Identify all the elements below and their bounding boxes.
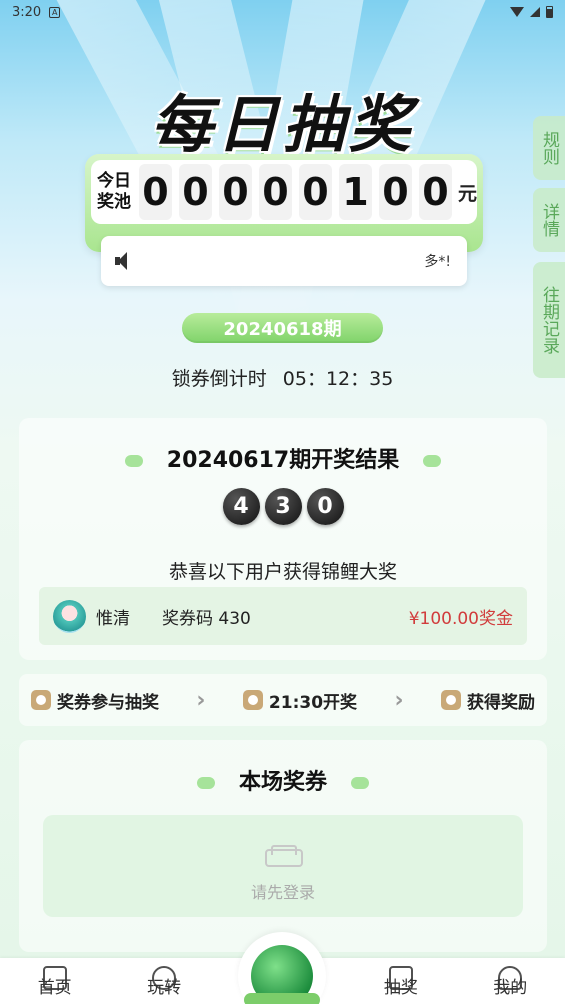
tickets-title-text: 本场奖券 <box>238 770 327 795</box>
decor-dot <box>423 455 442 467</box>
congrats-text: 恭喜以下用户获得锦鲤大奖 <box>168 561 397 583</box>
chevron-right-icon: › <box>196 687 206 713</box>
countdown: 锁券倒计时 05：12：35 <box>0 364 565 391</box>
result-ball: 4 <box>222 488 260 525</box>
nav-mine[interactable]: 我的 <box>475 966 545 998</box>
pool-digit: 0 <box>418 164 452 220</box>
pool-digits: 0 0 0 0 0 1 0 0 <box>138 164 452 220</box>
pool-digit: 0 <box>138 164 172 220</box>
notification-icon: A <box>49 6 61 18</box>
status-time: 3:20 <box>12 4 42 20</box>
tickets-title: 本场奖券 <box>19 764 547 796</box>
empty-tray-icon <box>265 837 303 867</box>
nav-label: 抽奖 <box>383 978 418 998</box>
decor-dot <box>124 455 143 467</box>
countdown-time: 05：12：35 <box>282 368 394 390</box>
step-item: 获得奖励 <box>440 688 535 713</box>
notice-text: 多*! <box>424 254 451 270</box>
tickets-card: 本场奖券 请先登录 <box>19 740 547 952</box>
login-prompt-text: 请先登录 <box>250 883 315 902</box>
nav-home[interactable]: 首页 <box>20 966 90 998</box>
step-label: 获得奖励 <box>466 692 535 713</box>
pool-digit: 0 <box>258 164 292 220</box>
step-label: 奖券参与抽奖 <box>57 692 159 713</box>
nav-play[interactable]: 玩转 <box>129 966 199 998</box>
speaker-icon <box>115 252 133 270</box>
last-result-card: 20240617期开奖结果 4 3 0 恭喜以下用户获得锦鲤大奖 惟清 奖券码 … <box>19 418 547 660</box>
pool-digit: 0 <box>378 164 412 220</box>
side-tab-label: 规则 <box>539 131 559 165</box>
winner-code: 奖券码 430 <box>162 608 251 629</box>
login-prompt[interactable]: 请先登录 <box>43 815 523 917</box>
decor-dot <box>351 777 369 789</box>
ticket-icon <box>31 690 51 710</box>
signal-icon <box>530 7 540 17</box>
pool-label-line1: 今日 <box>97 171 131 191</box>
pool-digit: 0 <box>298 164 332 220</box>
pool-digit: 0 <box>218 164 252 220</box>
wifi-icon <box>510 7 524 17</box>
step-item: 奖券参与抽奖 <box>31 688 159 713</box>
side-tab-rules[interactable]: 规则 <box>533 116 565 180</box>
steps-bar: 奖券参与抽奖 › 21:30开奖 › 获得奖励 <box>19 674 547 726</box>
current-period-badge: 20240618期 <box>182 313 383 343</box>
decor-dot <box>196 777 215 789</box>
center-action-label <box>244 993 320 1004</box>
nav-lottery[interactable]: 抽奖 <box>366 966 436 998</box>
nav-label: 首页 <box>37 978 72 998</box>
nav-label: 我的 <box>493 978 528 998</box>
battery-icon <box>546 6 553 18</box>
winner-prize: ¥100.00奖金 <box>408 608 513 629</box>
result-balls: 4 3 0 <box>19 488 547 525</box>
side-tab-details[interactable]: 详情 <box>533 188 565 252</box>
last-result-title: 20240617期开奖结果 <box>19 442 547 474</box>
result-ball: 3 <box>264 488 302 525</box>
pool-label-line2: 奖池 <box>97 192 131 212</box>
chevron-right-icon: › <box>394 687 404 713</box>
page-title: 每日抽奖 <box>150 88 415 161</box>
result-ball: 0 <box>306 488 344 525</box>
pool-digit: 1 <box>338 164 372 220</box>
winner-name: 惟清 <box>96 608 130 629</box>
pool-digit: 0 <box>178 164 212 220</box>
pool-label: 今日 奖池 <box>97 171 139 213</box>
side-tab-history[interactable]: 往期记录 <box>533 262 565 378</box>
status-bar: 3:20 A <box>0 0 565 24</box>
notice-bar: 多*! <box>101 236 467 286</box>
side-tab-label: 往期记录 <box>539 286 559 354</box>
nav-label: 玩转 <box>147 978 182 998</box>
last-result-title-text: 20240617期开奖结果 <box>166 448 400 473</box>
calendar-icon <box>242 690 263 710</box>
winner-row: 惟清 奖券码 430 ¥100.00奖金 <box>39 587 527 645</box>
step-label: 21:30开奖 <box>268 692 358 713</box>
countdown-label: 锁券倒计时 <box>171 368 267 390</box>
money-bag-icon <box>440 690 461 710</box>
side-tab-label: 详情 <box>539 203 559 237</box>
step-item: 21:30开奖 <box>242 688 358 713</box>
avatar <box>53 599 86 633</box>
pool-unit: 元 <box>457 182 477 205</box>
